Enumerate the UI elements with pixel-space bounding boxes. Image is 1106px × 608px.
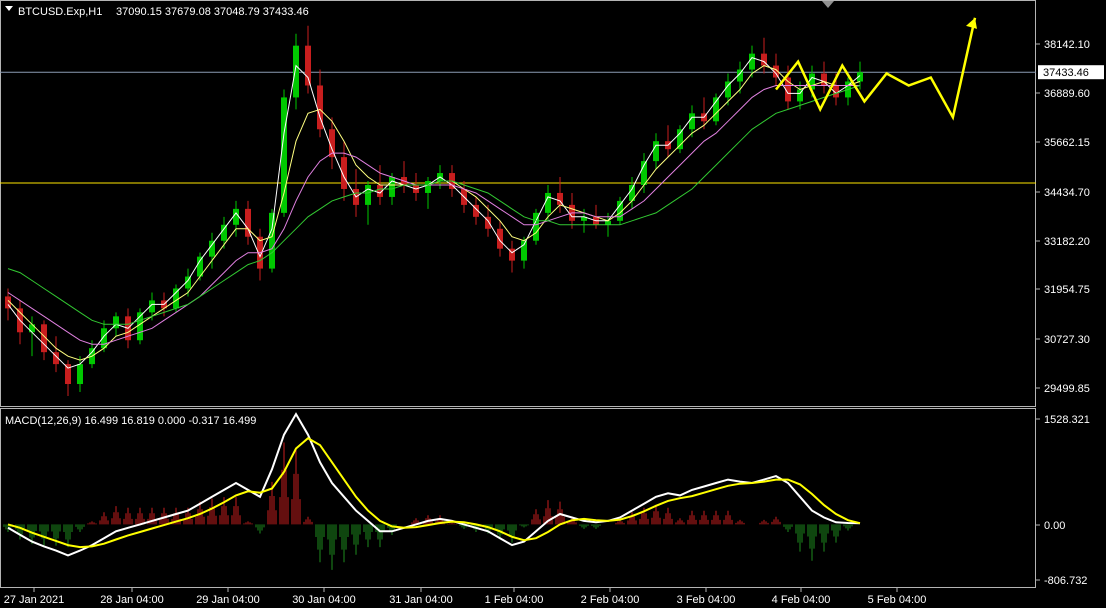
candle-body [209,240,215,257]
current-price-label: 37433.46 [1043,67,1089,79]
macd-label: MACD(12,26,9) 16.499 16.819 0.000 -0.317… [5,415,256,427]
price-tick-label: 33182.20 [1044,236,1090,248]
symbol-dropdown-icon[interactable] [5,6,13,11]
time-tick-label: 3 Feb 04:00 [677,594,736,606]
candle-body [497,228,503,249]
time-tick-label: 2 Feb 04:00 [581,594,640,606]
projection-line [775,17,977,121]
candle-body [293,45,299,98]
candle-body [689,113,695,130]
candle-body [389,177,395,197]
candle-body [653,141,659,162]
scroll-marker-icon[interactable] [822,1,834,8]
price-tick-label: 34434.70 [1044,187,1090,199]
candle-body [305,45,311,86]
candle-body [221,224,227,241]
macd-tick-label: 1528.321 [1044,414,1090,426]
candle-body [365,184,371,205]
ohlc-label: 37090.15 37679.08 37048.79 37433.46 [116,6,309,18]
candle-body [233,208,239,225]
candle-body [425,181,431,193]
time-tick-label: 5 Feb 04:00 [868,594,927,606]
time-tick-label: 27 Jan 2021 [4,594,65,606]
price-tick-label: 35662.15 [1044,137,1090,149]
time-tick-label: 29 Jan 04:00 [196,594,260,606]
price-panel-frame [0,0,1036,407]
moving-averages [7,57,861,369]
candle-body [29,324,35,333]
time-tick-label: 31 Jan 04:00 [389,594,453,606]
macd-panel-frame [0,408,1036,588]
candle-body [605,220,611,225]
candle-body [281,97,287,213]
macd-indicator: 1528.321 0.00 -806.732 [3,412,1090,587]
symbol-label: BTCUSD.Exp,H1 [18,6,102,18]
price-tick-label: 30727.30 [1044,334,1090,346]
ma-long-line [7,85,861,325]
time-tick-label: 1 Feb 04:00 [485,594,544,606]
candles [5,25,863,396]
macd-tick-label: 0.00 [1044,520,1065,532]
price-axis: 38142.10 36889.60 35662.15 34434.70 33182.20… [1036,39,1104,395]
price-tick-label: 36889.60 [1044,88,1090,100]
candle-body [545,192,551,213]
candle-body [749,53,755,70]
candle-body [677,129,683,150]
projection-path [775,17,977,121]
time-axis: 27 Jan 2021 28 Jan 04:00 29 Jan 04:00 30 Ja… [4,588,927,606]
trading-chart[interactable]: BTCUSD.Exp,H1 37090.15 37679.08 37048.79… [0,0,1106,608]
price-tick-label: 31954.75 [1044,284,1090,296]
time-tick-label: 28 Jan 04:00 [100,594,164,606]
ma-slow-line [7,85,860,345]
macd-tick-label: -806.732 [1044,575,1087,587]
horizontal-levels [0,71,1036,184]
price-tick-label: 29499.85 [1044,383,1090,395]
candle-body [269,212,275,269]
chart-window: BTCUSD.Exp,H1 37090.15 37679.08 37048.79… [0,0,1106,608]
price-tick-label: 38142.10 [1044,39,1090,51]
candle-body [77,364,83,385]
ma-mid-line [7,65,861,361]
time-tick-label: 30 Jan 04:00 [292,594,356,606]
time-tick-label: 4 Feb 04:00 [772,594,831,606]
macd-signal-line [7,436,861,549]
